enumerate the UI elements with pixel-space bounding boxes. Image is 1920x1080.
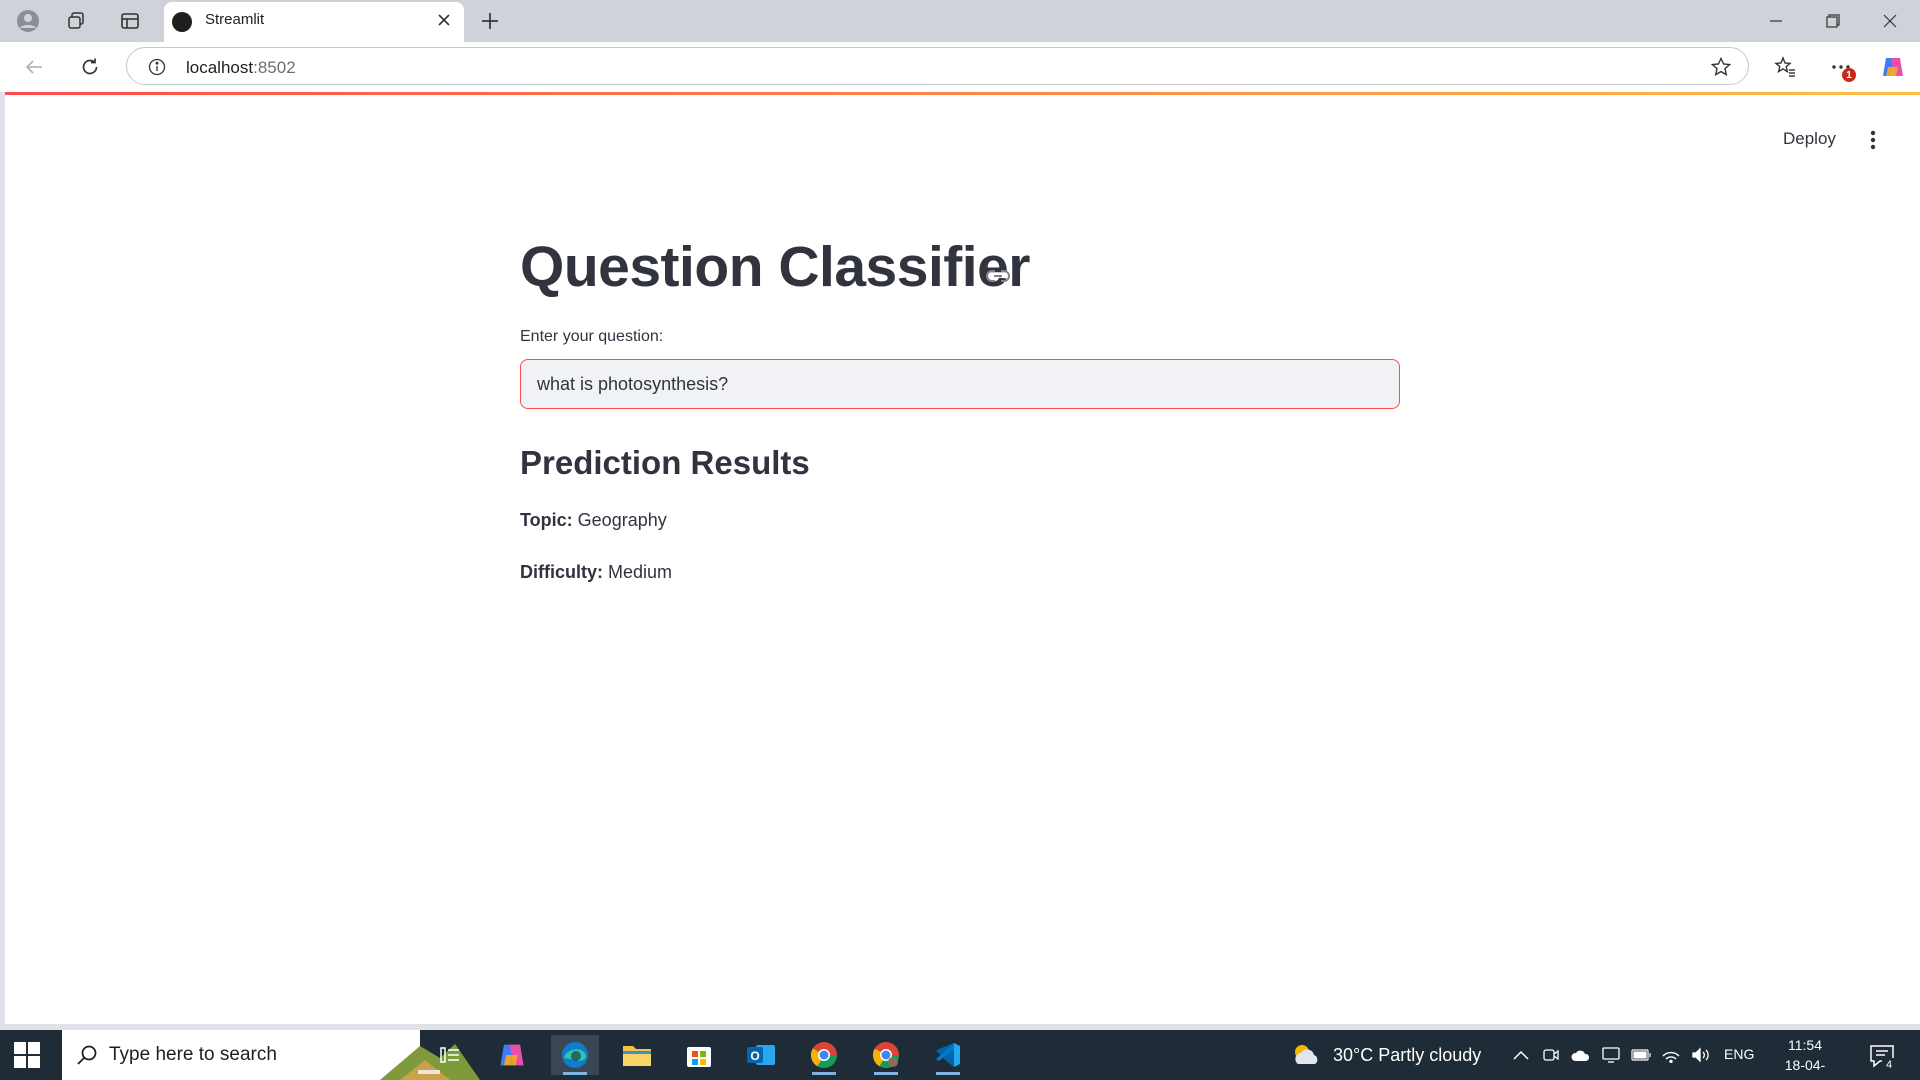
difficulty-label: Difficulty: xyxy=(520,562,603,582)
results-heading: Prediction Results xyxy=(520,444,810,481)
browser-toolbar: localhost:8502 xyxy=(0,42,1920,92)
main-menu-icon[interactable] xyxy=(1861,126,1885,154)
browser-tab-bar: Streamlit xyxy=(0,0,1920,42)
new-tab-icon[interactable] xyxy=(476,7,504,35)
file-explorer-icon[interactable] xyxy=(613,1035,661,1075)
input-language[interactable]: ENG xyxy=(1724,1046,1754,1062)
topic-result: Topic: Geography xyxy=(520,510,667,531)
address-bar[interactable]: localhost:8502 xyxy=(126,47,1749,85)
link-icon[interactable] xyxy=(983,264,1013,288)
favorite-star-icon[interactable] xyxy=(1710,56,1732,78)
profile-icon[interactable] xyxy=(14,7,42,35)
battery-icon[interactable] xyxy=(1630,1044,1652,1066)
weather-text[interactable]: 30°C Partly cloudy xyxy=(1333,1045,1481,1066)
chrome-icon[interactable] xyxy=(800,1035,848,1075)
header-decoration-bar xyxy=(5,92,1920,95)
notification-count: 4 xyxy=(1882,1058,1896,1072)
tab-title: Streamlit xyxy=(205,11,265,28)
partly-cloudy-icon[interactable] xyxy=(1290,1042,1320,1068)
reload-icon[interactable] xyxy=(74,51,106,83)
question-input-label: Enter your question: xyxy=(520,328,664,345)
active-app-indicator xyxy=(563,1072,587,1075)
clock[interactable]: 11:54 18-04-2025 xyxy=(1770,1035,1840,1080)
close-tab-icon[interactable] xyxy=(432,8,456,32)
notification-badge: 1 xyxy=(1842,68,1856,82)
minimize-icon[interactable] xyxy=(1754,6,1798,36)
page-title: Question Classifier xyxy=(520,235,1031,299)
streamlit-favicon-icon xyxy=(172,12,192,32)
taskbar-search-box[interactable]: Type here to search xyxy=(62,1030,480,1080)
close-window-icon[interactable] xyxy=(1868,6,1912,36)
question-input[interactable] xyxy=(520,359,1400,409)
copilot-taskbar-icon[interactable] xyxy=(488,1035,536,1075)
active-app-indicator xyxy=(874,1072,898,1075)
back-icon[interactable] xyxy=(18,51,50,83)
svg-text:O: O xyxy=(750,1049,759,1063)
restore-icon[interactable] xyxy=(1811,6,1855,36)
edge-taskbar-icon[interactable] xyxy=(551,1035,599,1075)
start-button[interactable] xyxy=(14,1042,40,1068)
outlook-icon[interactable]: O xyxy=(737,1035,785,1075)
active-app-indicator xyxy=(936,1072,960,1075)
onedrive-icon[interactable] xyxy=(1570,1044,1592,1066)
wifi-icon[interactable] xyxy=(1660,1044,1682,1066)
workspaces-icon[interactable] xyxy=(62,7,90,35)
clock-time: 11:54 xyxy=(1788,1037,1822,1053)
microsoft-store-icon[interactable] xyxy=(675,1035,723,1075)
show-hidden-icons-icon[interactable] xyxy=(1510,1044,1532,1066)
url-host: localhost xyxy=(186,58,254,77)
vertical-tabs-icon[interactable] xyxy=(116,7,144,35)
deploy-button[interactable]: Deploy xyxy=(1775,125,1844,153)
difficulty-value: Medium xyxy=(608,562,673,582)
clock-date: 18-04-2025 xyxy=(1784,1057,1826,1080)
difficulty-result: Difficulty: Medium xyxy=(520,562,672,583)
meet-now-icon[interactable] xyxy=(1540,1044,1562,1066)
search-placeholder: Type here to search xyxy=(109,1044,277,1065)
topic-value: Geography xyxy=(577,510,667,530)
copilot-icon[interactable] xyxy=(1878,52,1908,82)
url-text: localhost:8502 xyxy=(186,58,296,78)
url-port: :8502 xyxy=(253,58,296,77)
favorites-icon[interactable] xyxy=(1770,52,1800,82)
volume-icon[interactable] xyxy=(1690,1044,1712,1066)
display-icon[interactable] xyxy=(1600,1044,1622,1066)
active-app-indicator xyxy=(812,1072,836,1075)
vs-code-icon[interactable] xyxy=(924,1035,972,1075)
site-info-icon[interactable] xyxy=(147,57,167,77)
streamlit-page: Deploy Question Classifier Enter your qu… xyxy=(5,92,1920,1024)
windows-taskbar: Type here to search O 30°C Partly cloudy xyxy=(0,1030,1920,1080)
topic-label: Topic: xyxy=(520,510,573,530)
task-view-icon[interactable] xyxy=(426,1035,474,1075)
chrome-profile-icon[interactable] xyxy=(862,1035,910,1075)
search-icon xyxy=(77,1045,97,1065)
